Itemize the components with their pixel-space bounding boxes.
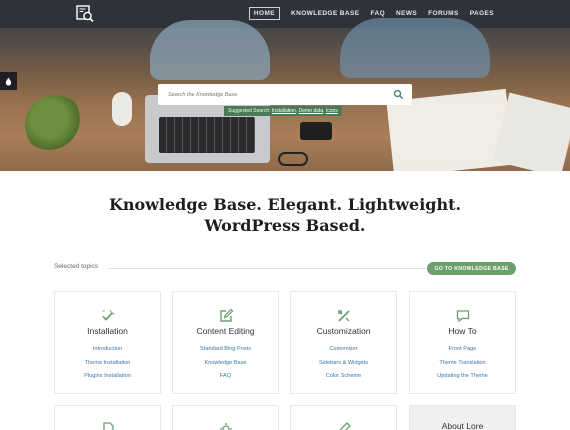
topic-link[interactable]: Theme Translation bbox=[410, 357, 515, 371]
topic-card-title: Installation bbox=[87, 326, 128, 336]
style-switcher-tab[interactable] bbox=[0, 72, 17, 90]
nav-forums[interactable]: FORUMS bbox=[428, 10, 459, 17]
topic-link[interactable]: Customizer bbox=[291, 343, 396, 357]
suggested-search-label: Suggested Search: bbox=[228, 108, 271, 114]
chat-bubble-icon bbox=[456, 310, 470, 323]
topic-link[interactable]: Plugins Installation bbox=[55, 370, 160, 384]
topic-link[interactable]: FAQ bbox=[173, 370, 278, 384]
nav-news[interactable]: NEWS bbox=[396, 10, 417, 17]
topic-link[interactable]: Theme Installation bbox=[55, 357, 160, 371]
go-to-knowledge-base-button[interactable]: GO TO KNOWLEDGE BASE bbox=[427, 262, 516, 275]
suggested-link-demo-data[interactable]: Demo data bbox=[299, 108, 323, 114]
droplet-icon bbox=[5, 77, 12, 85]
hero-photo-plant bbox=[25, 95, 85, 155]
topic-card-customization: Customization Customizer Sidebars & Widg… bbox=[290, 291, 397, 394]
hero-photo-phone bbox=[300, 122, 332, 140]
topic-card-links: Customizer Sidebars & Widgets Color Sche… bbox=[291, 343, 396, 384]
topic-link[interactable]: Standard Blog Posts bbox=[173, 343, 278, 357]
hero-photo-glasses bbox=[278, 152, 308, 166]
suggested-link-installation[interactable]: Installation bbox=[272, 108, 296, 114]
site-logo-icon[interactable] bbox=[76, 5, 94, 23]
nav-faq[interactable]: FAQ bbox=[370, 10, 385, 17]
edit-icon bbox=[220, 309, 233, 322]
topic-link[interactable]: Updating the Theme bbox=[410, 370, 515, 384]
hero-photo-mouse bbox=[112, 92, 132, 126]
topic-card-links: Standard Blog Posts Knowledge Base FAQ bbox=[173, 343, 278, 384]
nav-home[interactable]: HOME bbox=[248, 7, 281, 20]
search-box bbox=[158, 84, 412, 105]
topic-card-how-to: How To Front Page Theme Translation Upda… bbox=[409, 291, 516, 394]
topic-card-content-editing: Content Editing Standard Blog Posts Know… bbox=[172, 291, 279, 394]
gear-icon bbox=[220, 423, 232, 430]
topic-link[interactable]: Front Page bbox=[410, 343, 515, 357]
selected-topics-label: Selected topics bbox=[54, 263, 99, 270]
headline-line-2: WordPress Based. bbox=[204, 216, 366, 235]
topic-card-links: Introduction Theme Installation Plugins … bbox=[55, 343, 160, 384]
topic-card-title: Content Editing bbox=[196, 326, 255, 336]
topic-link[interactable]: Sidebars & Widgets bbox=[291, 357, 396, 371]
topic-card-title: How To bbox=[448, 326, 477, 336]
topic-card-installation: Installation Introduction Theme Installa… bbox=[54, 291, 161, 394]
document-icon bbox=[103, 422, 114, 430]
tools-check-icon bbox=[102, 310, 115, 321]
topic-card-row2-2 bbox=[172, 405, 279, 430]
main-nav: HOME KNOWLEDGE BASE FAQ NEWS FORUMS PAGE… bbox=[248, 7, 494, 20]
section-divider bbox=[108, 268, 428, 269]
about-title: About Lore bbox=[441, 421, 484, 430]
topic-card-row2-3 bbox=[290, 405, 397, 430]
topic-card-row2-1 bbox=[54, 405, 161, 430]
suggested-search: Suggested Search: Installation, Demo dat… bbox=[224, 106, 342, 116]
suggested-link-icons[interactable]: Icons bbox=[326, 108, 338, 114]
wrench-pencil-icon bbox=[337, 309, 350, 322]
hero-photo-person-right bbox=[340, 18, 490, 78]
search-input[interactable] bbox=[168, 89, 378, 100]
about-lore-widget: About Lore bbox=[409, 405, 516, 430]
hero-banner: HOME KNOWLEDGE BASE FAQ NEWS FORUMS PAGE… bbox=[0, 0, 570, 171]
topic-card-links: Front Page Theme Translation Updating th… bbox=[410, 343, 515, 384]
nav-pages[interactable]: PAGES bbox=[470, 10, 494, 17]
topic-link[interactable]: Color Scheme bbox=[291, 370, 396, 384]
search-icon[interactable] bbox=[393, 89, 404, 100]
topic-card-title: Customization bbox=[316, 326, 371, 336]
topic-link[interactable]: Knowledge Base bbox=[173, 357, 278, 371]
hero-photo-person-left bbox=[150, 20, 270, 80]
pencil-icon bbox=[339, 422, 351, 430]
topic-link[interactable]: Introduction bbox=[55, 343, 160, 357]
page-headline: Knowledge Base. Elegant. Lightweight. Wo… bbox=[0, 194, 570, 236]
headline-line-1: Knowledge Base. Elegant. Lightweight. bbox=[108, 195, 462, 214]
nav-knowledge-base[interactable]: KNOWLEDGE BASE bbox=[291, 10, 359, 17]
